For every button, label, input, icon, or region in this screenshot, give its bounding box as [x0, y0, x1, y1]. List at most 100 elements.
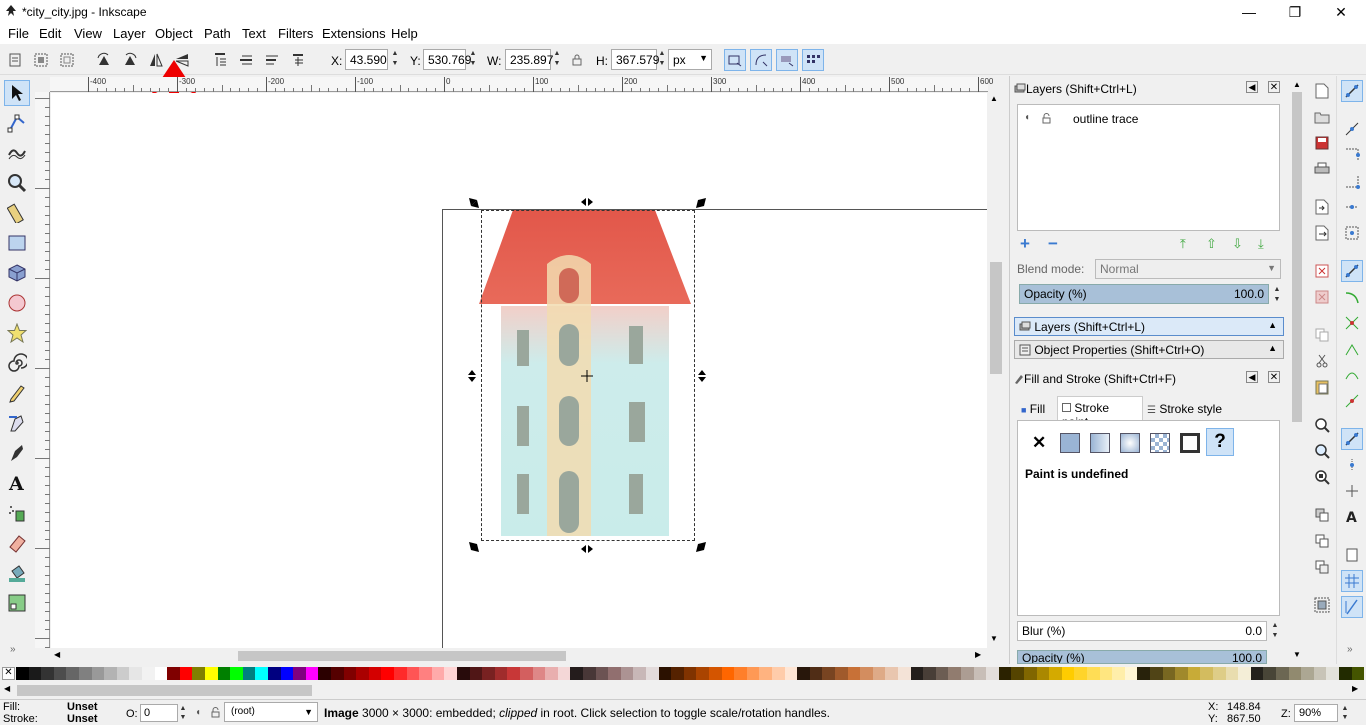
color-swatch[interactable]: [419, 667, 432, 680]
current-layer-select[interactable]: (root) ▼: [224, 702, 318, 722]
color-swatch[interactable]: [79, 667, 92, 680]
color-swatch[interactable]: [898, 667, 911, 680]
stroke-value[interactable]: Unset: [67, 713, 98, 725]
save-icon[interactable]: [1312, 133, 1332, 153]
scroll-right-icon[interactable]: ▶: [1352, 684, 1358, 693]
group-icon[interactable]: [1312, 595, 1332, 615]
color-swatch[interactable]: [885, 667, 898, 680]
color-swatch[interactable]: [1200, 667, 1213, 680]
color-swatch[interactable]: [255, 667, 268, 680]
select-all-layers-button[interactable]: [30, 49, 52, 71]
color-swatch[interactable]: [154, 667, 168, 680]
palette-scroll-thumb[interactable]: [17, 685, 312, 696]
color-swatch[interactable]: [1024, 667, 1037, 680]
eye-icon[interactable]: ◖: [1024, 112, 1030, 123]
color-swatch[interactable]: [318, 667, 331, 680]
menu-path[interactable]: Path: [204, 26, 231, 41]
vertical-scroll-thumb[interactable]: [990, 262, 1002, 374]
color-swatch[interactable]: [431, 667, 445, 680]
undo-icon[interactable]: [1312, 261, 1332, 281]
color-swatch[interactable]: [1087, 667, 1100, 680]
opacity-spinner[interactable]: ▲ ▼: [1272, 285, 1282, 306]
radial-gradient-icon[interactable]: [1120, 433, 1140, 453]
color-swatch[interactable]: [406, 667, 420, 680]
menu-help[interactable]: Help: [391, 26, 418, 41]
layer-lock-icon[interactable]: [211, 707, 220, 718]
layer-visibility-icon[interactable]: ◖: [195, 707, 201, 718]
snap-page-border-icon[interactable]: [1341, 544, 1363, 566]
color-swatch[interactable]: [620, 667, 634, 680]
snap-guide-icon[interactable]: [1341, 596, 1363, 618]
height-spinner[interactable]: ▲ ▼: [657, 49, 667, 70]
color-swatch[interactable]: [305, 667, 319, 680]
color-swatch[interactable]: [923, 667, 936, 680]
width-spinner[interactable]: ▲ ▼: [552, 49, 562, 70]
x-spinner[interactable]: ▲ ▼: [390, 49, 400, 70]
unset-paint-icon[interactable]: ?: [1206, 428, 1234, 456]
color-swatch[interactable]: [772, 667, 785, 680]
color-swatch[interactable]: [822, 667, 835, 680]
no-paint-icon[interactable]: ✕: [1032, 433, 1046, 453]
color-swatch[interactable]: [116, 667, 130, 680]
height-input[interactable]: 367.579: [611, 49, 659, 70]
color-swatch[interactable]: [986, 667, 999, 680]
color-swatch[interactable]: [242, 667, 256, 680]
scale-handle-e-icon[interactable]: [696, 369, 708, 383]
scale-handle-se-icon[interactable]: [694, 540, 708, 554]
pen-tool[interactable]: [4, 410, 30, 436]
snap-text-baseline-icon[interactable]: A: [1341, 506, 1363, 528]
lower-to-bottom-button[interactable]: [287, 49, 309, 71]
raise-to-top-button[interactable]: [209, 49, 231, 71]
snap-bbox-corner-icon[interactable]: [1341, 170, 1363, 192]
color-swatch[interactable]: [494, 667, 508, 680]
color-swatch[interactable]: [1225, 667, 1239, 680]
snap-nodes-icon[interactable]: [1341, 260, 1363, 282]
horizontal-scroll-thumb[interactable]: [238, 651, 566, 661]
raise-button[interactable]: [235, 49, 257, 71]
color-swatch[interactable]: [1288, 667, 1302, 680]
color-swatch[interactable]: [1162, 667, 1176, 680]
snap-object-center-icon[interactable]: [1341, 454, 1363, 476]
scroll-up-icon[interactable]: ▲: [1293, 80, 1301, 89]
color-swatch[interactable]: [507, 667, 520, 680]
scale-handle-nw-icon[interactable]: [467, 196, 481, 210]
color-swatch[interactable]: [1036, 667, 1050, 680]
color-swatch[interactable]: [633, 667, 646, 680]
color-swatch[interactable]: [167, 667, 180, 680]
color-swatch[interactable]: [1061, 667, 1075, 680]
color-swatch[interactable]: [1137, 667, 1150, 680]
color-swatch[interactable]: [935, 667, 949, 680]
snap-grid-icon[interactable]: [1341, 570, 1363, 592]
zoom-spinner[interactable]: ▲ ▼: [1340, 704, 1350, 722]
color-swatch[interactable]: [910, 667, 924, 680]
color-swatch[interactable]: [104, 667, 117, 680]
blur-spinner[interactable]: ▲ ▼: [1270, 621, 1280, 642]
drawing-canvas[interactable]: [51, 93, 987, 648]
color-palette[interactable]: ✕: [0, 665, 1366, 681]
spiral-tool[interactable]: [4, 350, 30, 376]
snap-others-icon[interactable]: [1341, 428, 1363, 450]
color-swatch[interactable]: [1263, 667, 1276, 680]
rectangle-tool[interactable]: [4, 230, 30, 256]
color-swatch[interactable]: [734, 667, 747, 680]
color-swatch[interactable]: [948, 667, 961, 680]
select-all-button[interactable]: [4, 49, 26, 71]
layer-opacity-slider[interactable]: Opacity (%) 100.0: [1019, 284, 1269, 304]
color-swatch[interactable]: [557, 667, 571, 680]
lower-button[interactable]: [261, 49, 283, 71]
panel-close-icon[interactable]: ✕: [1268, 371, 1280, 383]
x-input[interactable]: 43.590: [345, 49, 388, 70]
color-swatch[interactable]: [331, 667, 344, 680]
restore-button[interactable]: ❐: [1272, 0, 1318, 24]
snap-bbox-edge-icon[interactable]: [1341, 144, 1363, 166]
move-gradients-toggle[interactable]: [776, 49, 798, 71]
y-input[interactable]: 530.769: [423, 49, 471, 70]
snap-bbox-center-icon[interactable]: [1341, 222, 1363, 244]
snap-cusp-nodes-icon[interactable]: [1341, 338, 1363, 360]
color-swatch[interactable]: [1175, 667, 1188, 680]
tab-object-properties-header[interactable]: Object Properties (Shift+Ctrl+O) ▲: [1014, 340, 1284, 359]
layer-raise-icon[interactable]: ⇧: [1206, 236, 1217, 252]
color-swatch[interactable]: [192, 667, 205, 680]
color-swatch[interactable]: [532, 667, 546, 680]
tab-layers-header[interactable]: Layers (Shift+Ctrl+L) ▲: [1014, 317, 1284, 336]
